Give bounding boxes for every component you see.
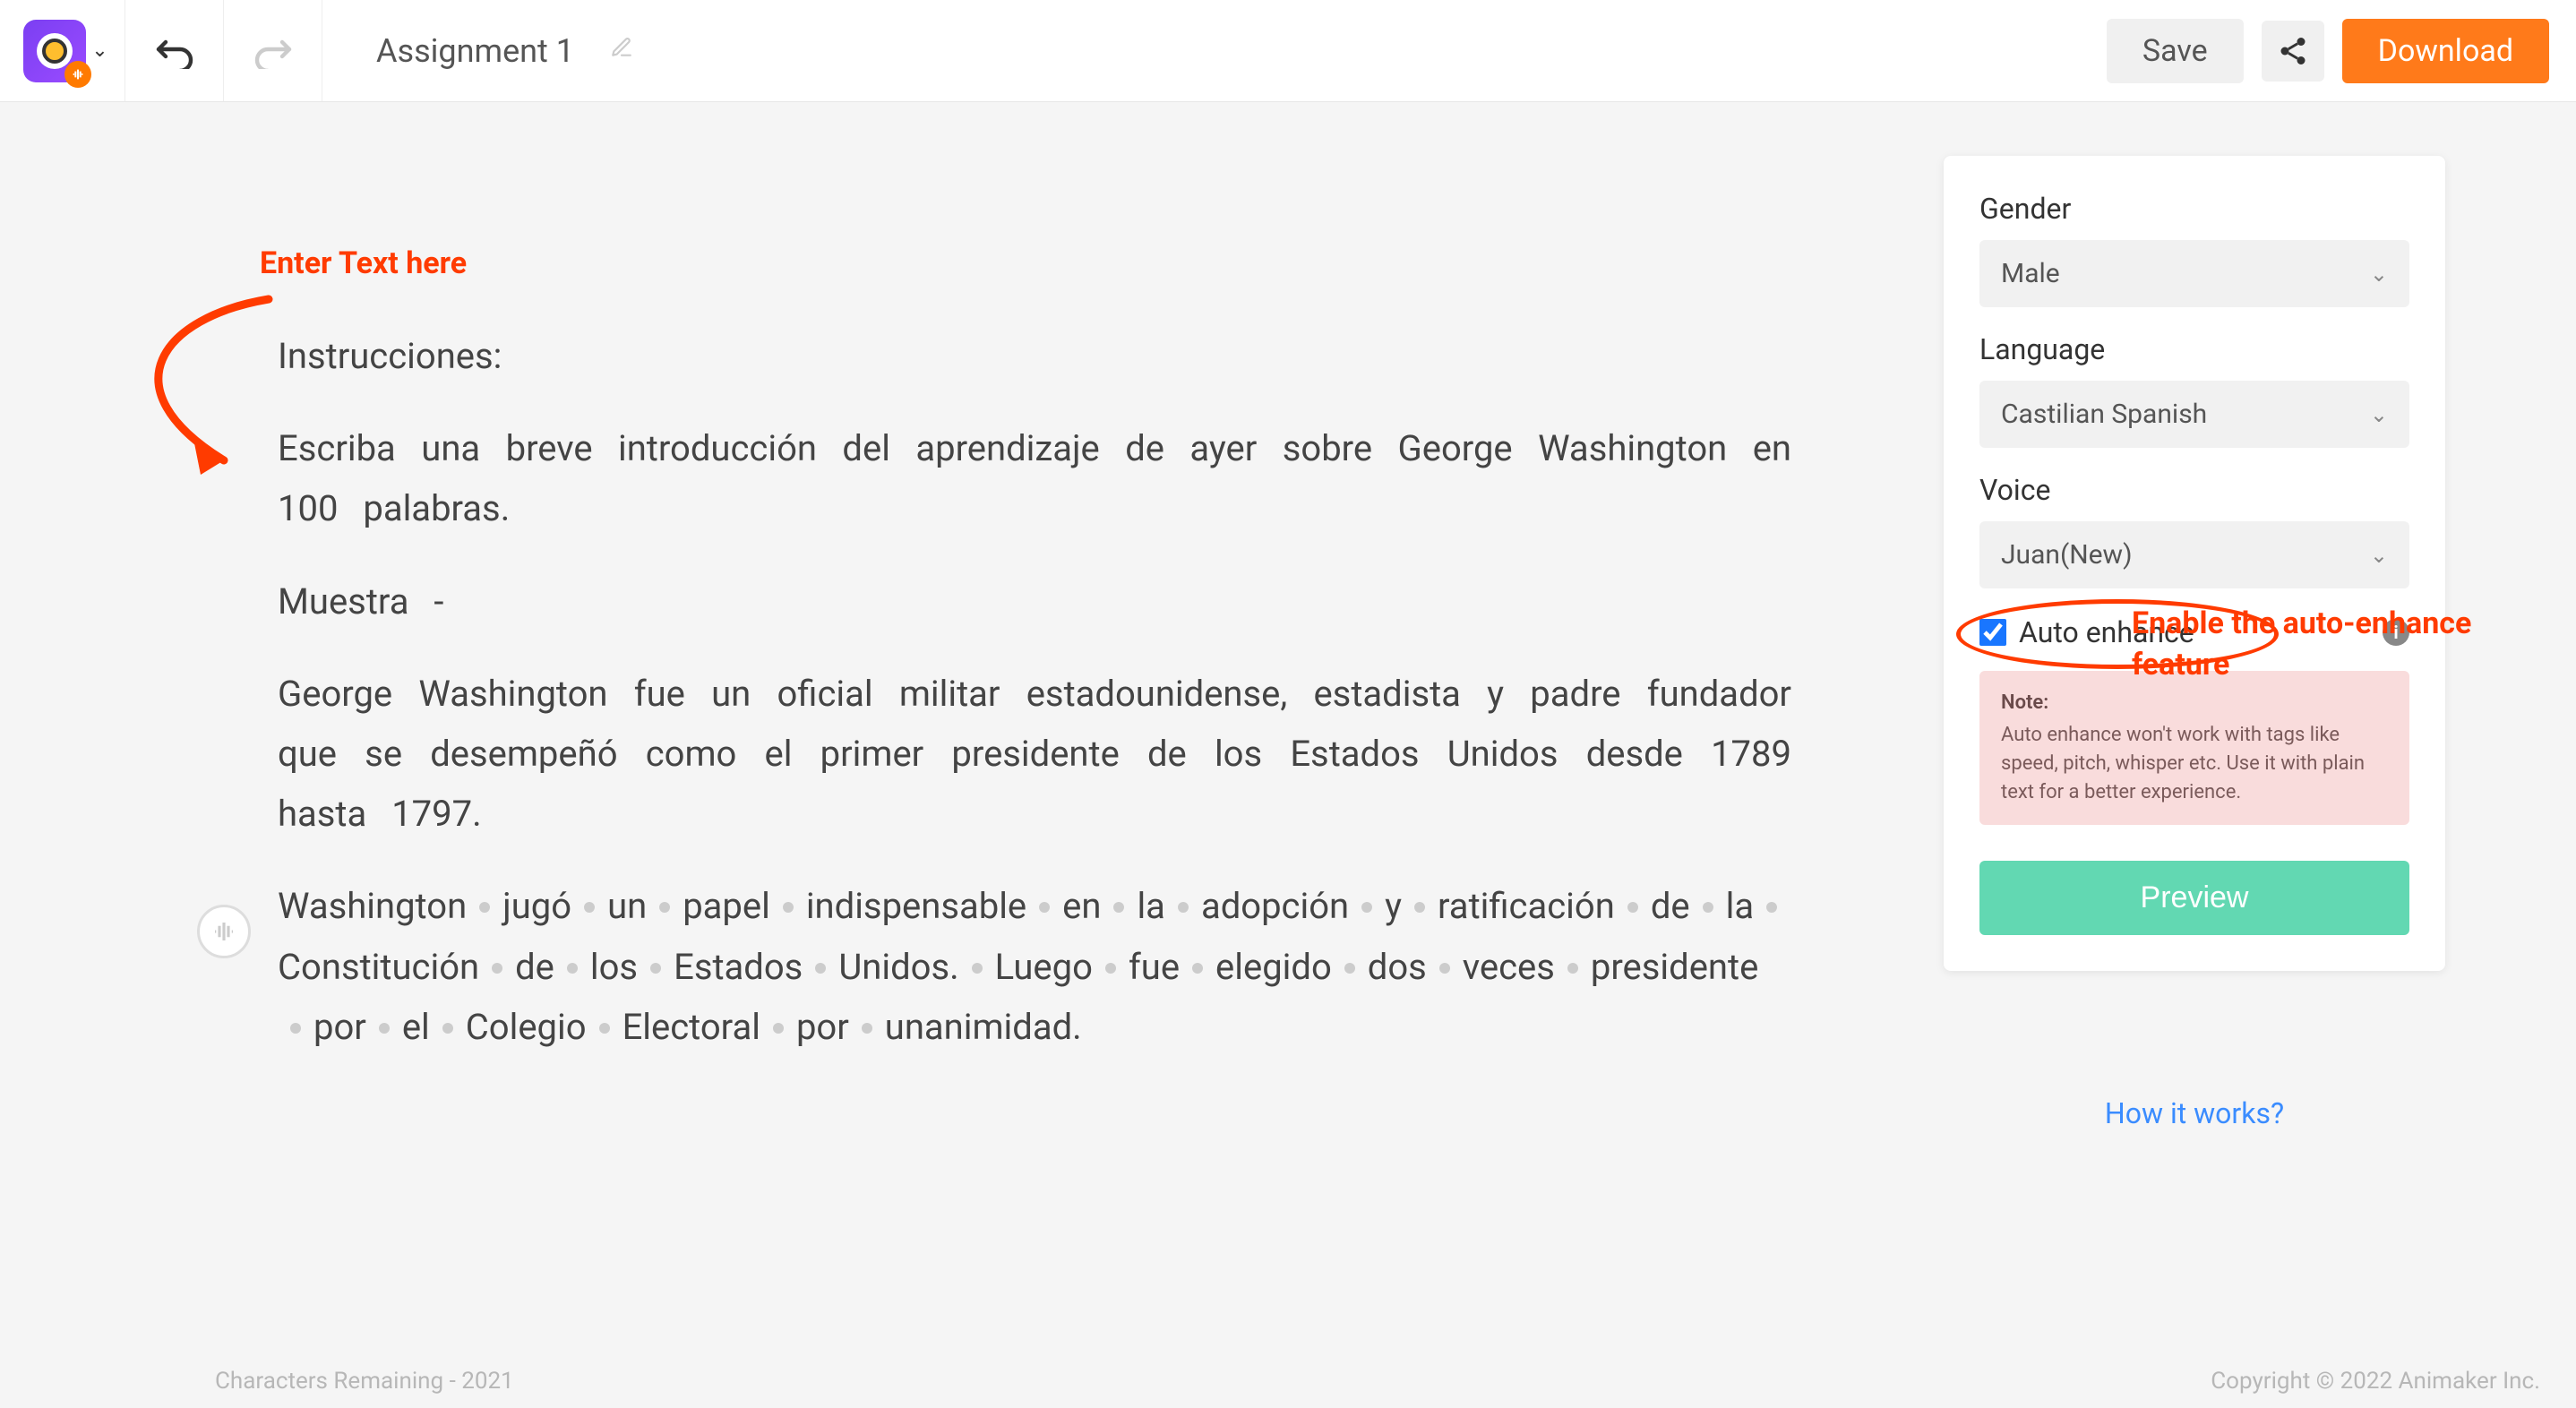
copyright: Copyright © 2022 Animaker Inc. (2211, 1368, 2540, 1395)
editor-p3: George Washington fue un oficial militar… (278, 664, 1791, 845)
download-button[interactable]: Download (2342, 19, 2549, 83)
app-logo (23, 20, 86, 82)
language-select[interactable]: Castilian Spanish ⌄ (1979, 381, 2409, 448)
top-bar: ⌄ Assignment 1 Save Download (0, 0, 2576, 102)
edit-name-icon[interactable] (610, 36, 633, 65)
project-name-text: Assignment 1 (376, 32, 574, 70)
note-title: Note: (2001, 689, 2388, 717)
sound-badge-icon (64, 61, 91, 88)
project-name[interactable]: Assignment 1 (322, 23, 687, 79)
logo-dropdown[interactable]: ⌄ (0, 0, 125, 101)
redo-button[interactable] (224, 0, 322, 101)
language-value: Castilian Spanish (2001, 399, 2207, 430)
editor-p4: Washingtonjugóunpapelindispensableenlaad… (278, 876, 1791, 1057)
chevron-down-icon: ⌄ (2370, 402, 2388, 427)
editor-heading: Instrucciones: (278, 326, 1791, 386)
voice-select[interactable]: Juan(New) ⌄ (1979, 521, 2409, 588)
editor-column: Enter Text here Instrucciones: Escriba u… (0, 156, 1863, 1089)
text-editor[interactable]: Instrucciones: Escriba una breve introdu… (197, 156, 1791, 1057)
settings-panel: Gender Male ⌄ Language Castilian Spanish… (1944, 156, 2445, 971)
auto-enhance-checkbox[interactable] (1979, 619, 2006, 646)
voice-value: Juan(New) (2001, 539, 2133, 571)
annotation-enter-text: Enter Text here (260, 245, 467, 281)
chevron-down-icon: ⌄ (2370, 262, 2388, 287)
editor-p1: Escriba una breve introducción del apren… (278, 418, 1791, 538)
chevron-down-icon: ⌄ (2370, 543, 2388, 568)
chars-remaining: Characters Remaining - 2021 (215, 1368, 514, 1395)
gender-label: Gender (1979, 192, 2409, 226)
save-button[interactable]: Save (2107, 19, 2244, 83)
undo-button[interactable] (125, 0, 224, 101)
share-button[interactable] (2262, 21, 2324, 82)
note-body: Auto enhance won't work with tags like s… (2001, 724, 2365, 803)
audio-marker-icon[interactable] (197, 905, 251, 958)
language-label: Language (1979, 332, 2409, 366)
editor-p2: Muestra - (278, 571, 1791, 631)
how-it-works-link[interactable]: How it works? (2105, 1096, 2284, 1130)
annotation-enable-feature: Enable the auto-enhance feature (2132, 604, 2544, 686)
chevron-down-icon[interactable]: ⌄ (91, 39, 107, 62)
gender-select[interactable]: Male ⌄ (1979, 240, 2409, 307)
voice-label: Voice (1979, 473, 2409, 507)
gender-value: Male (2001, 258, 2060, 289)
footer: Characters Remaining - 2021 Copyright © … (0, 1354, 2576, 1408)
note-box: Note: Auto enhance won't work with tags … (1979, 671, 2409, 825)
how-it-works-wrap: How it works? (1944, 1096, 2445, 1130)
main-area: Enter Text here Instrucciones: Escriba u… (0, 102, 2576, 1089)
preview-button[interactable]: Preview (1979, 861, 2409, 935)
